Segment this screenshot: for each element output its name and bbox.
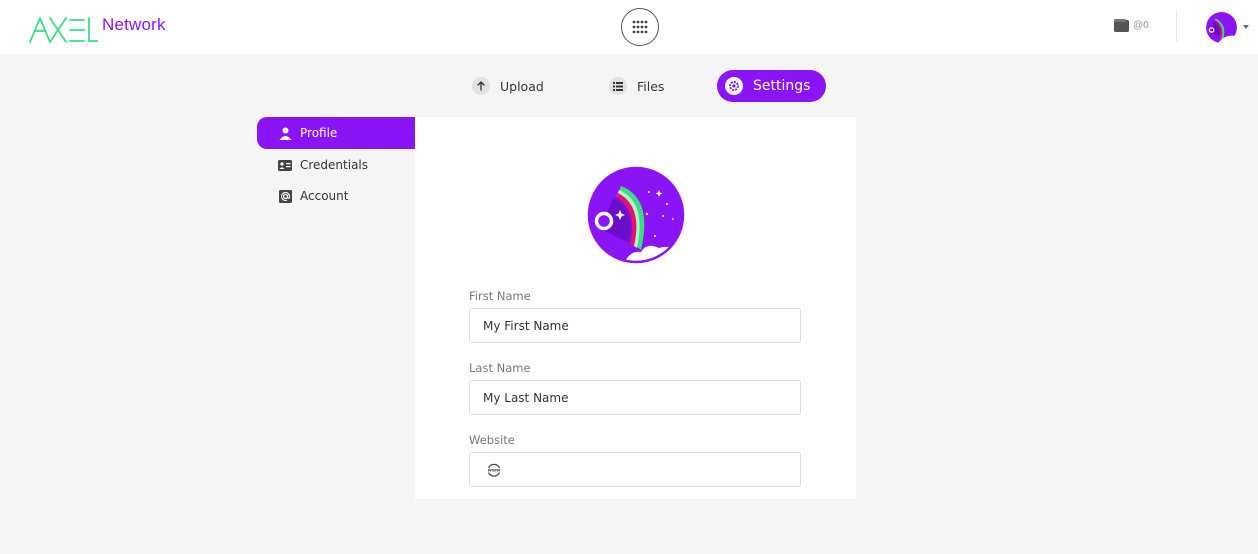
sidebar-item-credentials[interactable]: Credentials bbox=[257, 149, 415, 181]
profile-panel: First Name Last Name Website www bbox=[415, 117, 856, 499]
at-icon bbox=[278, 189, 292, 203]
wallet-amount: @0 bbox=[1133, 20, 1149, 31]
gear-icon bbox=[725, 77, 743, 95]
logo-text: Network bbox=[102, 15, 166, 34]
sidebar-item-account[interactable]: Account bbox=[257, 180, 415, 212]
wallet-balance[interactable]: @0 bbox=[1114, 19, 1149, 32]
svg-text:www: www bbox=[488, 469, 501, 474]
id-card-icon bbox=[278, 158, 292, 172]
apps-grid-button[interactable] bbox=[621, 8, 659, 46]
globe-www-icon: www bbox=[486, 462, 502, 483]
tab-settings-label: Settings bbox=[753, 78, 811, 94]
user-avatar[interactable] bbox=[1206, 12, 1237, 43]
last-name-input[interactable] bbox=[469, 380, 801, 415]
wallet-icon bbox=[1114, 19, 1129, 32]
tab-settings[interactable]: Settings bbox=[717, 70, 826, 102]
first-name-input[interactable] bbox=[469, 308, 801, 343]
sidebar-item-label: Account bbox=[300, 189, 349, 203]
astronaut-avatar-icon bbox=[1206, 12, 1237, 43]
apps-grid-icon bbox=[632, 20, 648, 34]
tab-files-label: Files bbox=[637, 78, 665, 94]
header-divider bbox=[1176, 12, 1177, 42]
tab-upload[interactable]: Upload bbox=[472, 70, 544, 102]
sidebar-item-profile[interactable]: Profile bbox=[257, 117, 415, 149]
list-icon bbox=[609, 77, 627, 95]
user-icon bbox=[278, 126, 292, 140]
website-field[interactable]: www bbox=[469, 452, 801, 487]
arrow-up-icon bbox=[472, 77, 490, 95]
website-input[interactable] bbox=[512, 453, 797, 486]
last-name-label: Last Name bbox=[469, 361, 531, 375]
tab-upload-label: Upload bbox=[500, 78, 544, 94]
website-label: Website bbox=[469, 433, 515, 447]
axel-logo-icon bbox=[29, 17, 98, 43]
sidebar-item-label: Profile bbox=[300, 126, 338, 140]
top-header: Network @0 bbox=[0, 0, 1258, 54]
tab-files[interactable]: Files bbox=[609, 70, 664, 102]
astronaut-avatar-icon bbox=[585, 164, 687, 266]
user-menu-caret-icon[interactable] bbox=[1243, 25, 1249, 29]
logo[interactable]: Network bbox=[28, 10, 166, 46]
profile-avatar[interactable] bbox=[585, 164, 687, 266]
first-name-label: First Name bbox=[469, 289, 531, 303]
sidebar-item-label: Credentials bbox=[300, 158, 369, 172]
